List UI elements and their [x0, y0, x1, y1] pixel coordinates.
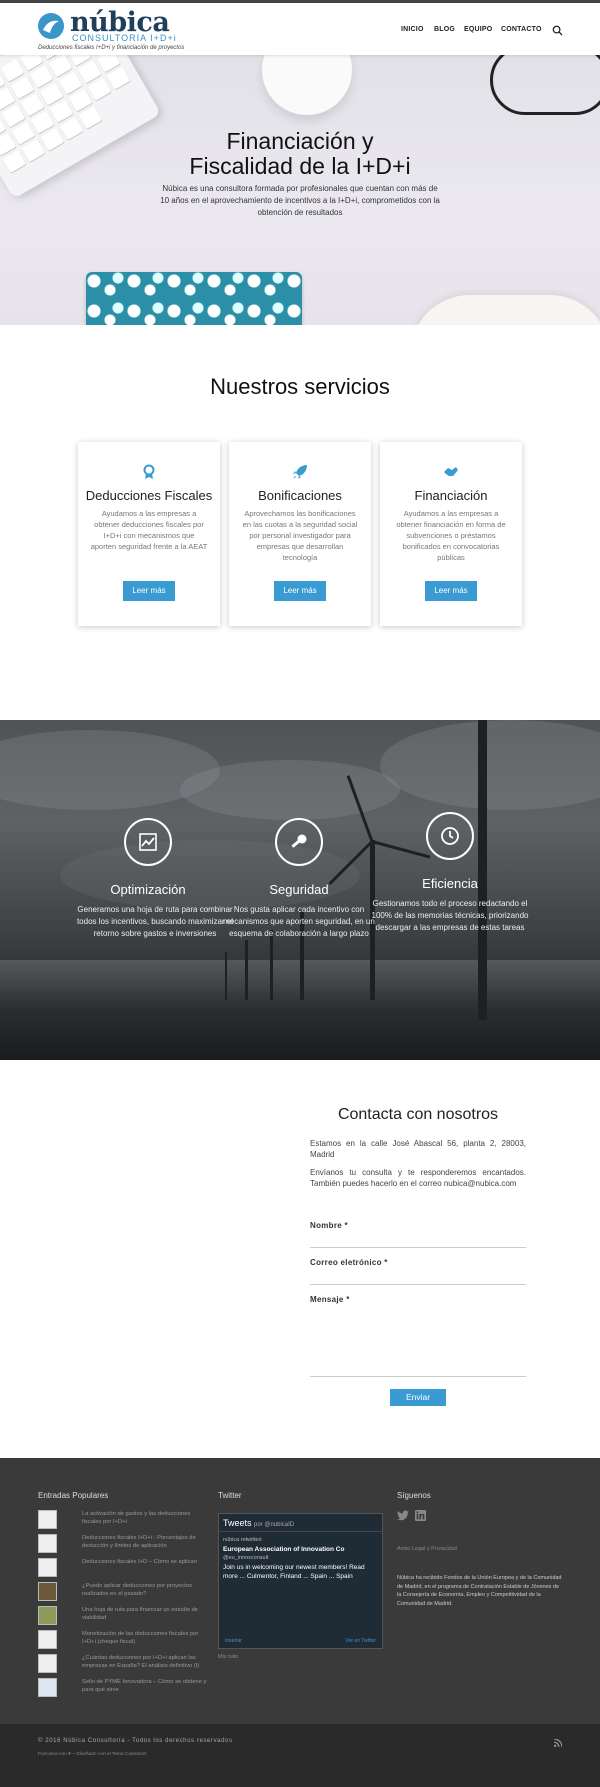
rss-icon[interactable]	[554, 1739, 562, 1747]
glasses-image	[490, 55, 600, 115]
search-icon[interactable]	[552, 25, 563, 36]
my-tweets-link[interactable]: Mis tuits	[218, 1654, 238, 1660]
rocket-icon	[293, 465, 307, 479]
name-field[interactable]	[310, 1247, 526, 1248]
read-more-button[interactable]: Leer más	[274, 581, 326, 601]
hero-description: Núbica es una consultora formada por pro…	[160, 184, 440, 217]
popular-posts-title: Entradas Populares	[38, 1491, 109, 1500]
hero-banner: Financiación y Fiscalidad de la I+D+i Nú…	[0, 55, 600, 325]
logo-icon[interactable]	[38, 13, 64, 39]
list-item[interactable]: ¿Puedo aplicar deducciones por proyectos…	[38, 1582, 208, 1601]
name-label: Nombre *	[310, 1221, 348, 1230]
handshake-icon	[444, 467, 458, 476]
nav-inicio[interactable]: INICIO	[401, 26, 424, 33]
post-thumbnail[interactable]	[38, 1606, 57, 1625]
read-more-button[interactable]: Leer más	[425, 581, 477, 601]
linkedin-icon[interactable]	[415, 1510, 426, 1521]
contact-address: Estamos en la calle José Abascal 56, pla…	[310, 1139, 526, 1159]
email-label: Correo eletrónico *	[310, 1258, 388, 1267]
nav-blog[interactable]: BLOG	[434, 26, 455, 33]
view-on-twitter-link[interactable]: Ver en Twitter	[346, 1638, 376, 1644]
notebook-image	[86, 272, 302, 325]
card-title: Deducciones Fiscales	[85, 488, 213, 503]
service-card-financiacion: Financiación Ayudamos a las empresas a o…	[380, 442, 522, 626]
email-field[interactable]	[310, 1284, 526, 1285]
nav-equipo[interactable]: EQUIPO	[464, 26, 492, 33]
tweet[interactable]: núbica retwitteó European Association of…	[223, 1536, 379, 1581]
nav-contacto[interactable]: CONTACTO	[501, 26, 542, 33]
list-item[interactable]: Sello de PYME Innovadora – Cómo se obtie…	[38, 1678, 208, 1697]
list-item[interactable]: La activación de gastos y las deduccione…	[38, 1510, 208, 1529]
card-text: Ayudamos a las empresas a obtener deducc…	[90, 509, 208, 551]
key-icon	[275, 818, 323, 866]
legal-link[interactable]: Aviso Legal y Privacidad	[397, 1546, 457, 1552]
post-thumbnail[interactable]	[38, 1582, 57, 1601]
card-text: Ayudamos a las empresas a obtener financ…	[396, 509, 506, 562]
post-thumbnail[interactable]	[38, 1630, 57, 1649]
feature-text: Generamos una hoja de ruta para combinar…	[76, 905, 234, 938]
keyboard-image	[0, 55, 162, 199]
site-header: núbica CONSULTORIA I+D+i Deducciones fis…	[0, 3, 600, 55]
contact-title: Contacta con nosotros	[337, 1106, 499, 1123]
features-section: Optimización Generamos una hoja de ruta …	[0, 720, 600, 1060]
card-title: Financiación	[414, 488, 488, 503]
twitter-title: Twitter	[218, 1491, 242, 1500]
brand-subtitle: CONSULTORIA I+D+i	[72, 33, 177, 43]
twitter-widget[interactable]: Tweets por @nubicaID núbica retwitteó Eu…	[218, 1513, 383, 1649]
card-title: Bonificaciones	[258, 488, 342, 503]
copyright: © 2016 Núbica Consultoría - Todos los de…	[38, 1738, 233, 1744]
service-card-bonificaciones: Bonificaciones Aprovechamos las bonifica…	[229, 442, 371, 626]
follow-title: Síguenos	[397, 1491, 431, 1500]
message-field[interactable]	[310, 1305, 526, 1377]
feature-title: Eficiencia	[422, 876, 478, 891]
card-text: Aprovechamos las bonificaciones en las c…	[242, 509, 358, 562]
feature-text: Nos gusta aplicar cada incentivo con mec…	[223, 905, 375, 938]
service-card-deducciones: Deducciones Fiscales Ayudamos a las empr…	[78, 442, 220, 626]
award-icon	[143, 464, 155, 479]
services-title: Nuestros servicios	[210, 374, 390, 399]
feature-title: Optimización	[110, 882, 186, 897]
post-thumbnail[interactable]	[38, 1654, 57, 1673]
send-button[interactable]: Enviar	[390, 1389, 446, 1406]
post-thumbnail[interactable]	[38, 1558, 57, 1577]
message-label: Mensaje *	[310, 1295, 350, 1304]
powered-by: Funciona con ♥ – Diseñado con el Tema Cu…	[38, 1752, 147, 1757]
contact-invite: Envíanos tu consulta y te responderemos …	[310, 1168, 526, 1188]
twitter-icon[interactable]	[397, 1510, 409, 1521]
funding-notice: Núbica ha recibido Fondos de la Unión Eu…	[397, 1575, 562, 1607]
feature-text: Gestionamos todo el proceso redactando e…	[371, 899, 529, 932]
chart-icon	[124, 818, 172, 866]
twitter-widget-header: Tweets por @nubicaID	[219, 1514, 382, 1532]
post-thumbnail[interactable]	[38, 1678, 57, 1697]
cup-image	[410, 295, 600, 325]
list-item[interactable]: Monetización de las deducciones fiscales…	[38, 1630, 208, 1649]
post-thumbnail[interactable]	[38, 1510, 57, 1529]
embed-link[interactable]: Insertar	[225, 1638, 242, 1644]
list-item[interactable]: Una hoja de ruta para financiar un estud…	[38, 1606, 208, 1625]
read-more-button[interactable]: Leer más	[123, 581, 175, 601]
clock-icon	[426, 812, 474, 860]
list-item[interactable]: Deducciones fiscales I+D – Cómo se aplic…	[38, 1558, 208, 1577]
hero-title: Financiación y Fiscalidad de la I+D+i	[189, 128, 411, 179]
brand-tagline: Deducciones fiscales I+D+i y financiació…	[38, 45, 185, 51]
list-item[interactable]: ¿Cuántas deducciones por I+D+i aplican l…	[38, 1654, 208, 1673]
mouse-image	[262, 55, 352, 115]
feature-title: Seguridad	[269, 882, 329, 897]
list-item[interactable]: Deducciones fiscales I+D+i - Porcentajes…	[38, 1534, 208, 1553]
post-thumbnail[interactable]	[38, 1534, 57, 1553]
